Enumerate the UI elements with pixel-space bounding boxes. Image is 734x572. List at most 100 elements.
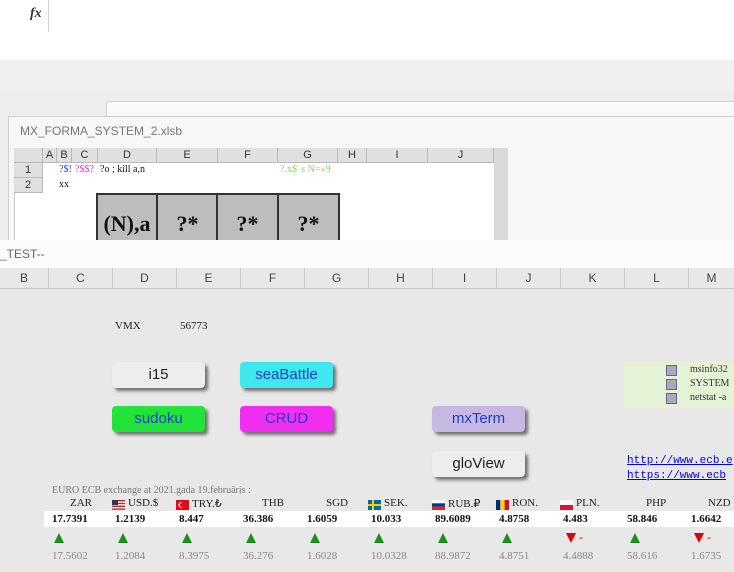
command-label[interactable]: netstat -a [690, 392, 726, 403]
command-checkbox[interactable] [666, 365, 677, 376]
column-header[interactable]: B [57, 148, 72, 163]
back-workbook-title: MX_FORMA_SYSTEM_2.xlsb [20, 124, 183, 138]
previous-rate: 4.8751 [499, 550, 530, 562]
column-header[interactable]: E [177, 268, 241, 288]
column-header[interactable]: D [98, 148, 157, 163]
column-header[interactable]: G [305, 268, 369, 288]
column-header[interactable]: E [157, 148, 218, 163]
sudoku-button[interactable]: sudoku [112, 406, 205, 432]
command-label[interactable]: msinfo32 [690, 364, 728, 375]
rate-value: 36.386 [243, 513, 274, 525]
currency-code: TRY.₺ [192, 498, 222, 510]
rate-value: 17.7391 [52, 513, 88, 525]
i15-button[interactable]: i15 [112, 362, 205, 388]
column-header[interactable]: K [561, 268, 625, 288]
column-header[interactable]: H [338, 148, 367, 163]
rate-value: 89.6089 [435, 513, 471, 525]
cell-b2[interactable]: xx [59, 179, 69, 190]
column-header[interactable]: J [497, 268, 561, 288]
trend-up-icon [502, 533, 512, 543]
previous-rate: 10.0328 [371, 550, 407, 562]
trend-up-icon [630, 533, 640, 543]
command-checkbox[interactable] [666, 393, 677, 404]
background-window-strip [0, 60, 734, 91]
column-header[interactable]: G [278, 148, 338, 163]
column-header[interactable]: B [0, 268, 49, 288]
trend-up-icon [182, 533, 192, 543]
select-all-corner[interactable] [14, 148, 43, 163]
ecb-link[interactable]: https://www.ecb [627, 470, 726, 482]
rate-value: 10.033 [371, 513, 402, 525]
ru-flag-icon [432, 497, 445, 510]
front-workbook-title: _TEST-- [0, 247, 45, 261]
tr-flag-icon [176, 497, 189, 510]
column-header[interactable]: H [369, 268, 433, 288]
function-icon[interactable]: fx [30, 6, 42, 22]
big-cell-d3[interactable]: (N),a [96, 193, 158, 242]
gloview-button[interactable]: gloView [432, 451, 525, 477]
trend-down-icon [694, 533, 704, 543]
rate-value: 4.483 [563, 513, 588, 525]
big-cell-g3[interactable]: ?* [277, 193, 340, 242]
trend-up-icon [438, 533, 448, 543]
crud-button[interactable]: CRUD [240, 406, 333, 432]
row-header[interactable]: 1 [14, 163, 43, 178]
cell-b1[interactable]: ?$! [59, 164, 72, 175]
seabattle-button[interactable]: seaBattle [240, 362, 333, 388]
formula-input[interactable] [49, 0, 734, 60]
column-header[interactable]: M [689, 268, 734, 288]
previous-rate: 4.4888 [563, 550, 594, 562]
previous-rate: 88.9872 [435, 550, 471, 562]
big-cell-e3[interactable]: ?* [156, 193, 219, 242]
trend-up-icon [246, 533, 256, 543]
trend-dash: - [579, 530, 583, 544]
previous-rate: 1.6028 [307, 550, 338, 562]
rate-value: 8.447 [179, 513, 204, 525]
trend-down-icon [566, 533, 576, 543]
currency-code: NZD [708, 497, 731, 509]
previous-rate: 8.3975 [179, 550, 210, 562]
trend-up-icon [310, 533, 320, 543]
column-header[interactable]: F [241, 268, 305, 288]
previous-rate: 17.5602 [52, 550, 88, 562]
currency-code: PHP [646, 497, 667, 509]
row-header[interactable]: 2 [14, 178, 43, 193]
rate-value: 1.6059 [307, 513, 338, 525]
ecb-caption: EURO ECB exchange at 2021.gada 19.februā… [52, 485, 251, 496]
rate-value: 1.6642 [691, 513, 722, 525]
ecb-link[interactable]: http://www.ecb.e [627, 455, 733, 467]
vmx-label: VMX [115, 320, 141, 332]
rate-value: 1.2139 [115, 513, 146, 525]
previous-rate: 1.6735 [691, 550, 722, 562]
trend-dash: - [707, 530, 711, 544]
mxterm-button[interactable]: mxTerm [432, 406, 525, 432]
big-cell-f3[interactable]: ?* [216, 193, 279, 242]
vertical-scrollbar[interactable] [494, 148, 508, 240]
column-header[interactable]: F [218, 148, 278, 163]
currency-code: USD.$ [128, 497, 159, 509]
column-header[interactable]: I [433, 268, 497, 288]
previous-rate: 1.2084 [115, 550, 146, 562]
vmx-value: 56773 [180, 320, 208, 332]
cell-c1[interactable]: ?$$? [75, 164, 94, 175]
column-header[interactable]: C [72, 148, 98, 163]
column-header[interactable]: J [428, 148, 494, 163]
trend-up-icon [374, 533, 384, 543]
trend-up-icon [54, 533, 64, 543]
column-header[interactable]: L [625, 268, 689, 288]
currency-code: PLN. [576, 497, 600, 509]
ro-flag-icon [496, 497, 509, 510]
cell-g1[interactable]: ?.x$' s N=»9 [280, 164, 331, 175]
pl-flag-icon [560, 497, 573, 510]
column-header[interactable]: D [113, 268, 177, 288]
currency-code: SGD [326, 497, 349, 509]
front-workbook-title-bar[interactable] [0, 240, 734, 269]
cell-d1[interactable]: ?o ; kill a,n [100, 164, 145, 175]
column-header[interactable]: A [43, 148, 57, 163]
column-header[interactable]: I [367, 148, 428, 163]
column-header[interactable]: C [49, 268, 113, 288]
command-label[interactable]: SYSTEM [690, 378, 729, 389]
currency-code: THB [262, 497, 284, 509]
previous-rate: 58.616 [627, 550, 658, 562]
command-checkbox[interactable] [666, 379, 677, 390]
